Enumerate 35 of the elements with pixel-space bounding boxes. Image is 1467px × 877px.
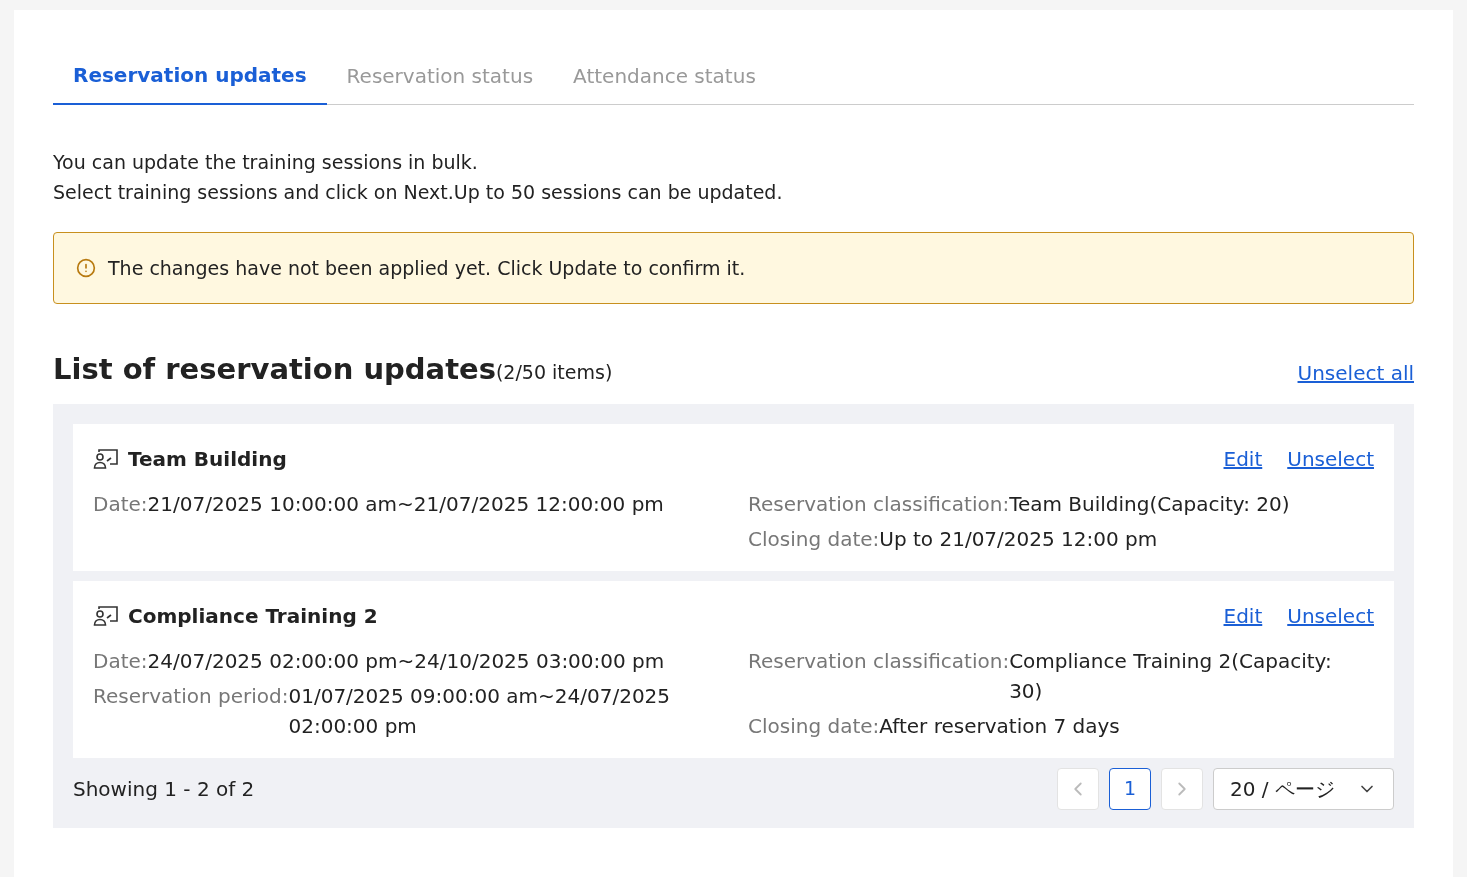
field-label: Date:	[93, 490, 148, 518]
edit-link[interactable]: Edit	[1223, 443, 1263, 474]
field-label: Reservation period:	[93, 682, 289, 710]
pagination-summary: Showing 1 - 2 of 2	[73, 775, 255, 803]
tab[interactable]: Reservation updates	[53, 60, 327, 105]
presenter-icon	[93, 447, 119, 470]
field-value: 01/07/2025 09:00:00 am~24/07/2025 02:00:00 pm	[288, 682, 672, 740]
unselect-all-link[interactable]: Unselect all	[1297, 357, 1414, 388]
unselect-link[interactable]: Unselect	[1287, 600, 1374, 631]
intro-text: You can update the training sessions in bulk.	[53, 150, 479, 175]
field-label: Reservation classification:	[748, 647, 1010, 675]
alert-text: The changes have not been applied yet. Click Update to confirm it.	[108, 255, 746, 281]
field-label: Date:	[93, 647, 148, 675]
field-value: After reservation 7 days	[879, 712, 1120, 740]
tab[interactable]: Attendance status	[553, 60, 776, 104]
field-label: Closing date:	[748, 712, 880, 740]
item-count: (2/50 items)	[495, 360, 613, 385]
field-value: 21/07/2025 10:00:00 am~21/07/2025 12:00:00 pm	[147, 490, 664, 518]
page-button[interactable]: 1	[1109, 767, 1151, 810]
session-title: Team Building	[128, 445, 287, 473]
edit-link[interactable]: Edit	[1223, 600, 1263, 631]
field-value: Team Building(Capacity: 20)	[1009, 490, 1290, 518]
session-title: Compliance Training 2	[128, 602, 378, 630]
page-size-select[interactable]: 20 / ページ	[1213, 767, 1394, 810]
field-value: Up to 21/07/2025 12:00 pm	[879, 525, 1158, 553]
field-value: 24/07/2025 02:00:00 pm~24/10/2025 03:00:00 pm	[147, 647, 665, 675]
presenter-icon	[93, 604, 119, 627]
warning-icon	[76, 258, 96, 278]
intro-text: Select training sessions and click on Next.Up to 50 sessions can be updated.	[53, 180, 784, 205]
field-label: Closing date:	[748, 525, 880, 553]
field-label: Reservation classification:	[748, 490, 1010, 518]
section-title: List of reservation updates	[53, 351, 496, 388]
tab[interactable]: Reservation status	[326, 60, 554, 104]
field-value: Compliance Training 2(Capacity: 30)	[1009, 647, 1333, 705]
unselect-link[interactable]: Unselect	[1287, 443, 1374, 474]
